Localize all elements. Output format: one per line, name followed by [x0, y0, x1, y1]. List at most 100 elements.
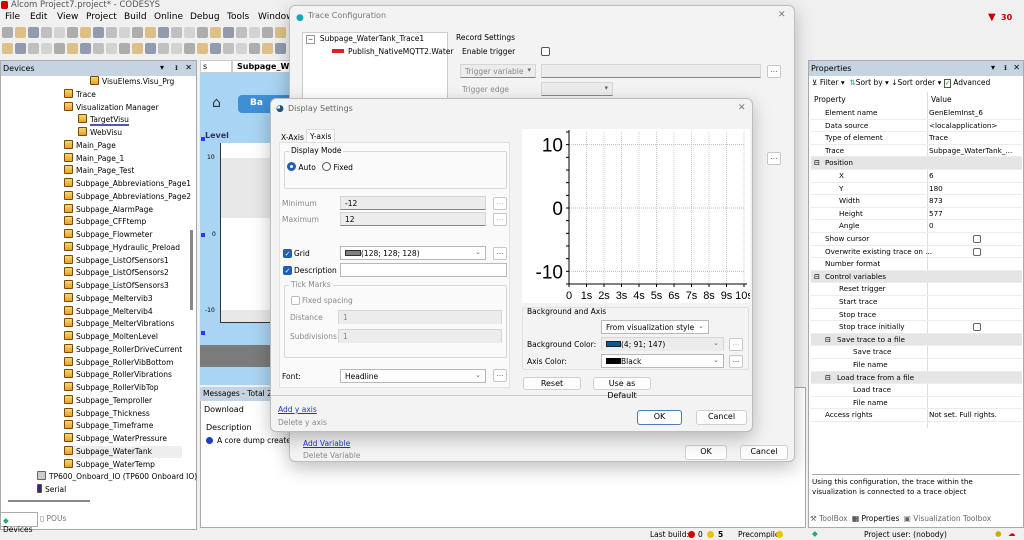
toolbar-button[interactable]	[197, 43, 208, 54]
collapse-icon[interactable]: ⊟	[814, 157, 820, 170]
tree-item[interactable]: Subpage_RollerVibBottom	[64, 356, 173, 369]
toolbar-button[interactable]	[210, 27, 221, 38]
toolbar-button[interactable]	[106, 27, 117, 38]
tab-pous[interactable]: ▯ POUs	[40, 514, 66, 523]
toolbar-button[interactable]	[28, 27, 39, 38]
toolbar-button[interactable]	[171, 43, 182, 54]
messages-filter[interactable]: Download	[204, 405, 244, 414]
collapse-icon[interactable]: ⊟	[814, 271, 820, 284]
style-select[interactable]: From visualization style ⌄	[601, 320, 709, 334]
ok-button[interactable]: OK	[685, 445, 727, 460]
tree-item[interactable]: Subpage_MoltenLevel	[64, 331, 158, 343]
property-checkbox[interactable]	[973, 323, 981, 332]
toolbar-button[interactable]	[275, 27, 286, 38]
filter-button[interactable]: ⊻ Filter ▾	[812, 78, 845, 87]
property-row[interactable]: File name	[811, 359, 1022, 372]
menu-project[interactable]: Project	[86, 12, 117, 22]
property-row[interactable]: Height 577	[811, 208, 1022, 221]
tree-item[interactable]: Subpage_Temproller	[64, 394, 152, 407]
auto-radio[interactable]: Auto	[287, 162, 316, 172]
toolbar-button[interactable]	[41, 43, 52, 54]
property-row[interactable]: Angle 0	[811, 220, 1022, 233]
message-row[interactable]: A core dump created	[217, 436, 296, 445]
toolbar-button[interactable]	[93, 43, 104, 54]
toolbar-button[interactable]	[2, 43, 13, 54]
tree-item[interactable]: Subpage_WaterTemp	[64, 458, 155, 471]
dropdown-icon[interactable]: ▾	[991, 63, 995, 72]
editor-tab-prev[interactable]: s	[200, 60, 232, 73]
description-checkbox[interactable]: ✓	[283, 266, 292, 275]
tree-item[interactable]: Main_Page_1	[64, 152, 124, 165]
property-row[interactable]: ⊟ Save trace to a file	[811, 333, 1022, 347]
tree-item[interactable]: Subpage_Abbreviations_Page1	[64, 178, 191, 190]
property-row[interactable]: Access rights Not set. Full rights.	[811, 409, 1022, 422]
grid-color-select[interactable]: (128; 128; 128) ⌄	[340, 246, 486, 260]
toolbar-button[interactable]	[262, 43, 273, 54]
bulb-icon[interactable]: ●	[995, 529, 1002, 538]
close-icon[interactable]: ✕	[1013, 63, 1020, 72]
tree-item[interactable]: Subpage_ListOfSensors3	[64, 280, 169, 292]
toolbar-button[interactable]	[236, 27, 247, 38]
toolbar-button[interactable]	[158, 27, 169, 38]
messages-col-description[interactable]: Description	[206, 423, 252, 432]
tree-root[interactable]: − Subpage_WaterTank_Trace1	[306, 34, 424, 44]
tree-scrollbar[interactable]	[190, 230, 193, 310]
toolbar-button[interactable]	[28, 43, 39, 54]
collapse-icon[interactable]: ⊟	[825, 334, 831, 347]
close-icon[interactable]: ✕	[185, 63, 192, 72]
toolbar-button[interactable]	[80, 43, 91, 54]
toolbar-button[interactable]	[15, 43, 26, 54]
tree-item[interactable]: Serial	[37, 484, 66, 496]
reset-button[interactable]: Reset	[523, 377, 581, 390]
tree-item[interactable]: Subpage_Thickness	[64, 407, 150, 420]
tree-item[interactable]: TP600_Onboard_IO (TP600 Onboard IO)	[37, 471, 197, 483]
tree-hscrollbar[interactable]	[8, 500, 90, 502]
tree-item[interactable]: Subpage_ListOfSensors1	[64, 254, 169, 267]
toolbar-button[interactable]	[236, 43, 247, 54]
property-row[interactable]: Show cursor	[811, 233, 1022, 246]
property-row[interactable]: Number format	[811, 258, 1022, 271]
trigger-variable-select[interactable]: Trigger variable ▾	[460, 64, 536, 78]
editor-tab-active[interactable]: Subpage_W	[232, 60, 292, 73]
tree-variable[interactable]: Publish_NativeMQTT2.Water	[332, 47, 454, 56]
selection-handle[interactable]	[201, 233, 205, 237]
toolbar-button[interactable]	[145, 27, 156, 38]
advanced-checkbox[interactable]: ✓ Advanced	[943, 78, 990, 88]
property-row[interactable]: ⊟ Load trace from a file	[811, 371, 1022, 385]
toolbar-button[interactable]	[210, 43, 221, 54]
property-row[interactable]: ⊟ Control variables	[811, 270, 1022, 284]
toolbar-button[interactable]	[145, 43, 156, 54]
tree-item[interactable]: Subpage_RollerVibrations	[64, 369, 172, 381]
font-button[interactable]: ...	[493, 369, 507, 382]
property-checkbox[interactable]	[973, 247, 981, 256]
toolbar-button[interactable]	[41, 27, 52, 38]
error-filter-icon[interactable]: ▼	[988, 12, 996, 23]
property-row[interactable]: Start trace	[811, 296, 1022, 309]
trigger-edge-select[interactable]: ▾	[541, 82, 613, 96]
tree-item[interactable]: Subpage_RollerVibTop	[64, 382, 159, 394]
property-checkbox[interactable]	[973, 235, 981, 243]
browse-button[interactable]: …	[767, 65, 781, 78]
font-select[interactable]: Headline ⌄	[340, 369, 486, 383]
col-property[interactable]: Property	[814, 95, 846, 104]
tab-toolbox[interactable]: ⚒ ToolBox	[810, 514, 848, 523]
property-row[interactable]: Y 180	[811, 183, 1022, 196]
property-row[interactable]: Trace Subpage_WaterTank_...	[811, 145, 1022, 158]
property-row[interactable]: Save trace	[811, 346, 1022, 359]
toolbar-button[interactable]	[197, 27, 208, 38]
dropdown-icon[interactable]: ▾	[160, 63, 164, 72]
tree-item[interactable]: Subpage_Flowmeter	[64, 229, 152, 241]
menu-debug[interactable]: Debug	[190, 12, 220, 22]
tree-item[interactable]: VisuElems.Visu_Prg	[90, 76, 174, 88]
ok-button[interactable]: OK	[637, 410, 682, 425]
menu-online[interactable]: Online	[154, 12, 183, 22]
trigger-variable-input[interactable]	[541, 64, 761, 78]
property-row[interactable]: Stop trace	[811, 309, 1022, 322]
cloud-icon[interactable]: ☁	[1008, 529, 1016, 538]
tree-item[interactable]: TargetVisu	[78, 114, 129, 127]
menu-build[interactable]: Build	[124, 12, 147, 22]
fixed-radio[interactable]: Fixed	[322, 162, 353, 172]
tab-properties[interactable]: ▦ Properties	[850, 513, 902, 524]
tab-visualization-toolbox[interactable]: ▣ Visualization Toolbox	[904, 514, 991, 523]
toolbar-button[interactable]	[15, 27, 26, 38]
